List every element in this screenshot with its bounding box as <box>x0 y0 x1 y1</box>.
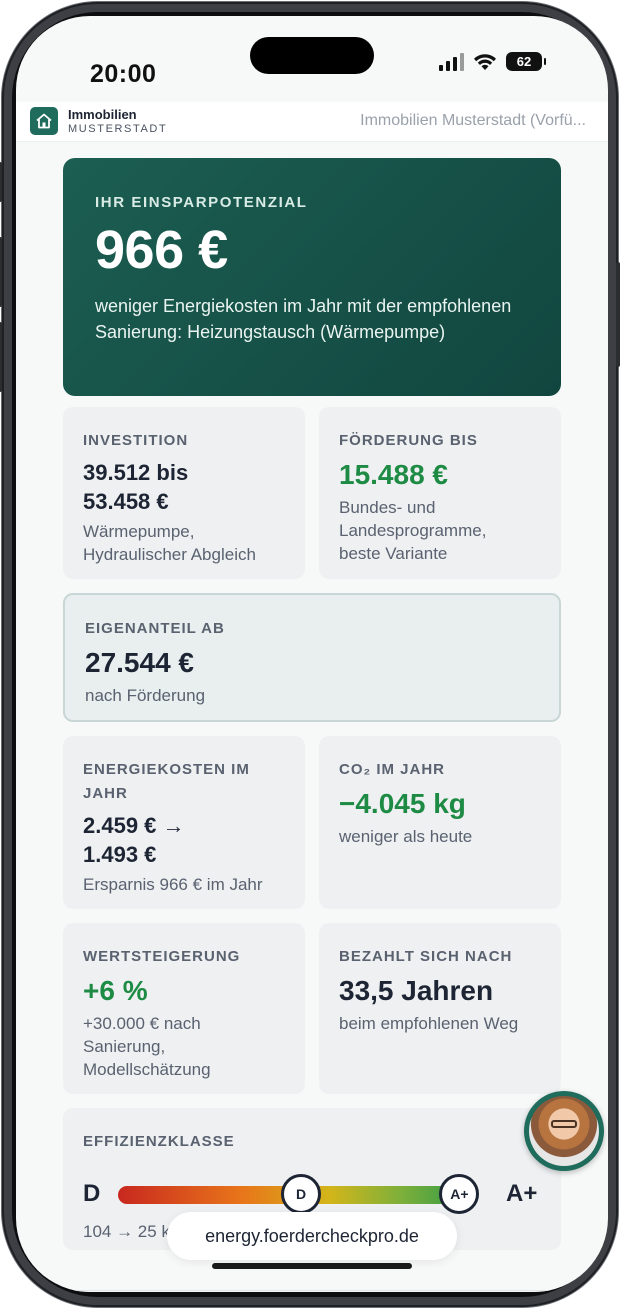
card-kicker: CO₂ IM JAHR <box>339 761 446 778</box>
hero-description: weniger Energiekosten im Jahr mit der em… <box>95 296 512 342</box>
card-kicker: EIGENANTEIL AB <box>85 620 225 637</box>
card-sub: Wärmepumpe, Hydraulischer Abgleich <box>83 522 256 564</box>
home-logo-icon[interactable] <box>30 107 58 135</box>
card-sub: beim empfohlenen Weg <box>339 1014 519 1033</box>
funding-card: FÖRDERUNG BIS 15.488 € Bundes- und Lande… <box>319 407 561 579</box>
card-sub: Bundes- und Landesprogramme, beste Varia… <box>339 498 487 563</box>
card-sub: Ersparnis 966 € im Jahr <box>83 875 263 894</box>
co2-card: CO₂ IM JAHR −4.045 kg weniger als heute <box>319 736 561 909</box>
payback-card: BEZAHLT SICH NACH 33,5 Jahren beim empfo… <box>319 923 561 1094</box>
browser-url-bar[interactable]: energy.foerdercheckpro.de <box>167 1212 457 1260</box>
cellular-signal-icon <box>439 52 464 71</box>
volume-down-button <box>0 322 2 392</box>
card-value: 15.488 € <box>339 459 448 490</box>
phone-frame: 20:00 62 Immobilien MUSTERSTADT Immobili… <box>0 2 620 1307</box>
next-card-partial <box>63 1290 561 1292</box>
current-class-label: D <box>83 1180 101 1207</box>
card-sub: +30.000 € nach Sanierung, Modellschätzun… <box>83 1014 211 1079</box>
target-class-marker: A+ <box>439 1174 480 1214</box>
home-indicator[interactable] <box>212 1263 412 1269</box>
current-class-marker: D <box>281 1174 322 1214</box>
card-value: 2.459 € → 1.493 € <box>83 813 185 867</box>
value-increase-card: WERTSTEIGERUNG +6 % +30.000 € nach Sanie… <box>63 923 305 1094</box>
battery-icon: 62 <box>506 52 546 71</box>
advisor-avatar[interactable] <box>524 1091 604 1171</box>
brand-name: Immobilien <box>68 107 137 122</box>
screen: 20:00 62 Immobilien MUSTERSTADT Immobili… <box>16 16 608 1292</box>
glasses-icon <box>551 1120 577 1128</box>
page-title: Immobilien Musterstadt (Vorfü... <box>360 112 586 129</box>
card-kicker: INVESTITION <box>83 432 189 449</box>
power-button <box>616 262 620 367</box>
card-kicker: ENERGIEKOSTEN IM JAHR <box>83 761 250 802</box>
advisor-photo <box>529 1096 599 1166</box>
dynamic-island <box>250 37 374 74</box>
card-kicker: FÖRDERUNG BIS <box>339 432 478 449</box>
hero-value: 966 € <box>95 220 228 280</box>
wifi-icon <box>474 53 496 70</box>
card-value: +6 % <box>83 975 148 1006</box>
card-kicker: WERTSTEIGERUNG <box>83 948 241 965</box>
target-class-label: A+ <box>506 1180 538 1207</box>
card-value: 39.512 bis 53.458 € <box>83 460 189 514</box>
card-value: 27.544 € <box>85 647 194 678</box>
brand-subtitle: MUSTERSTADT <box>68 123 168 135</box>
energy-costs-card: ENERGIEKOSTEN IM JAHR 2.459 € → 1.493 € … <box>63 736 305 909</box>
card-kicker: EFFIZIENZKLASSE <box>83 1133 235 1150</box>
card-value: −4.045 kg <box>339 788 466 819</box>
status-time: 20:00 <box>90 60 157 88</box>
hero-kicker: IHR EINSPARPOTENZIAL <box>95 194 308 211</box>
app-header: Immobilien MUSTERSTADT Immobilien Muster… <box>16 102 608 142</box>
card-sub: weniger als heute <box>339 827 473 846</box>
savings-hero-card: IHR EINSPARPOTENZIAL 966 € weniger Energ… <box>63 158 561 396</box>
investment-card: INVESTITION 39.512 bis 53.458 € Wärmepum… <box>63 407 305 579</box>
card-value: 33,5 Jahren <box>339 975 494 1006</box>
status-icons: 62 <box>439 52 546 71</box>
card-sub: nach Förderung <box>85 686 206 705</box>
volume-up-button <box>0 237 2 307</box>
own-share-card: EIGENANTEIL AB 27.544 € nach Förderung <box>63 593 561 722</box>
mute-switch <box>0 162 2 202</box>
phone-bezel: 20:00 62 Immobilien MUSTERSTADT Immobili… <box>12 12 608 1297</box>
card-kicker: BEZAHLT SICH NACH <box>339 948 513 965</box>
